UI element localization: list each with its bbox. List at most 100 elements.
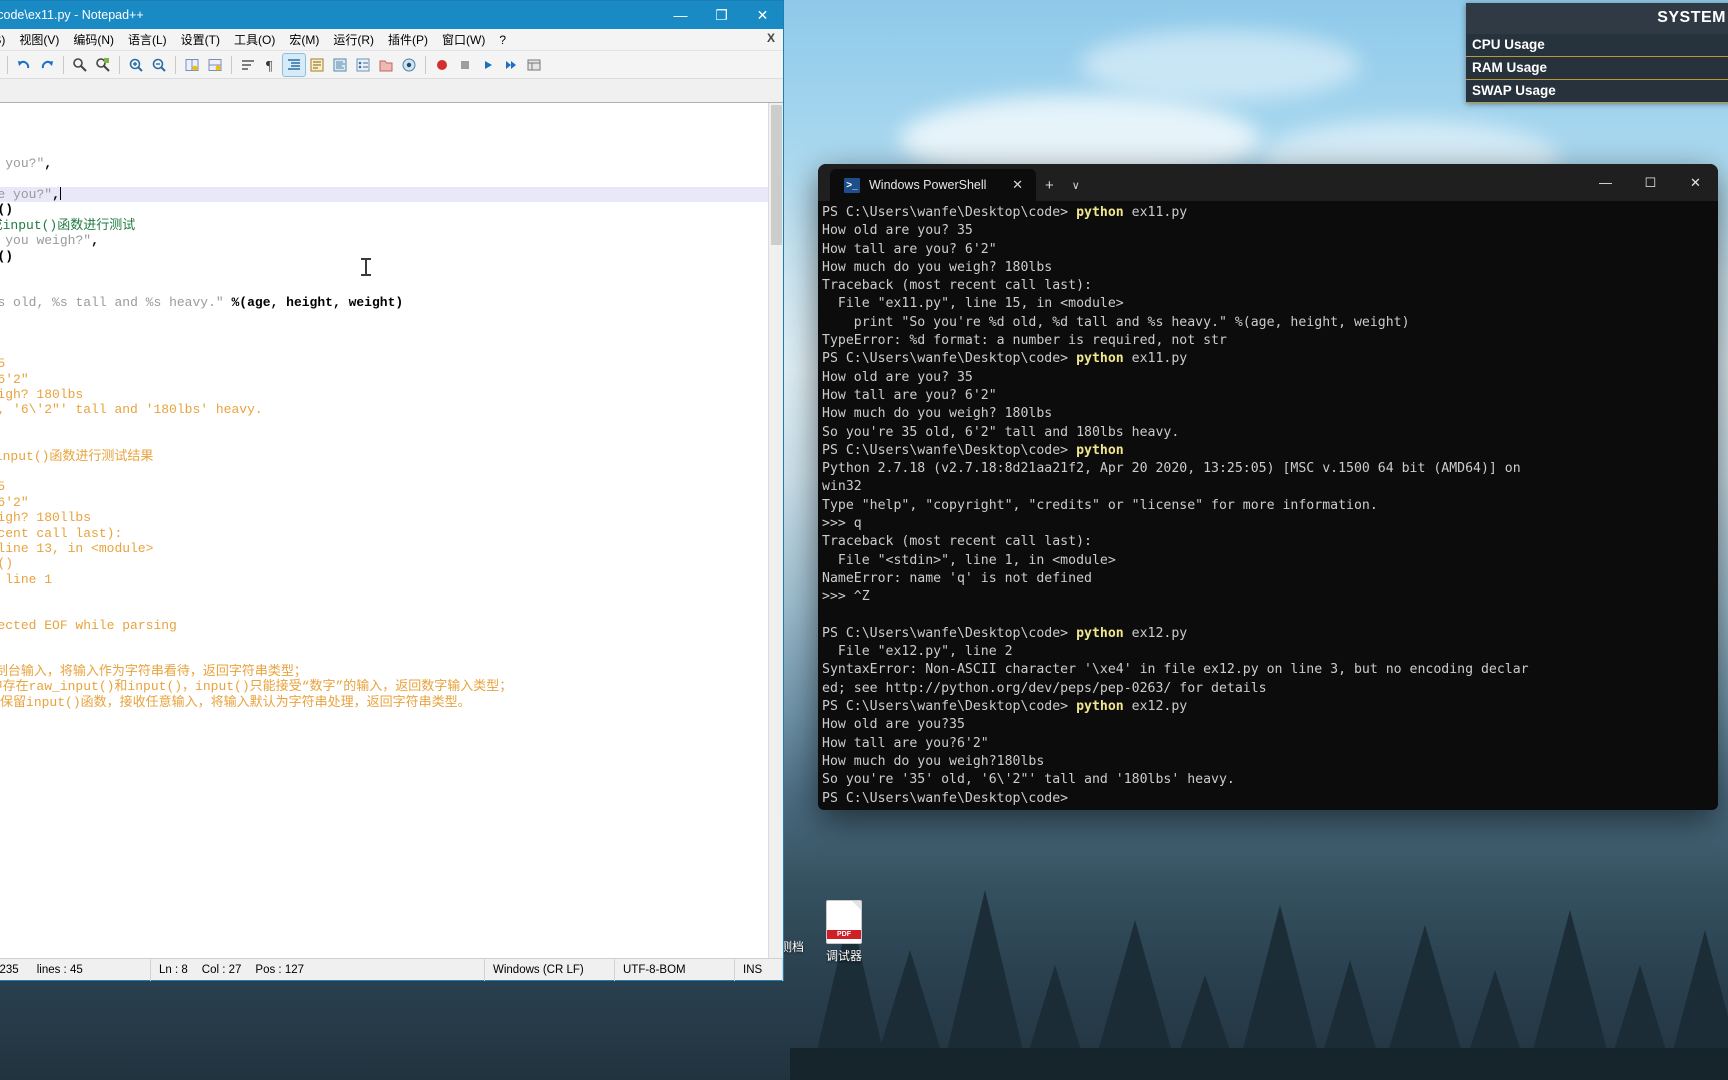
notepadpp-window-controls[interactable]: — ❐ ✕ (660, 1, 783, 29)
close-document-icon[interactable]: X (767, 31, 775, 45)
close-icon[interactable]: ✕ (742, 1, 783, 29)
editor-vertical-scrollbar[interactable] (768, 103, 783, 958)
console-prompt: PS C:\Users\wanfe\Desktop\code> (822, 351, 1077, 367)
code-line: print "How much do you weigh?", (5, 233, 99, 249)
powershell-window[interactable]: >_ Windows PowerShell ✕ + ∨ — ☐ ✕ PS C:\… (818, 164, 1718, 810)
menu-language[interactable]: 语言(L) (121, 29, 174, 50)
menu-macro[interactable]: 宏(M) (282, 29, 326, 50)
menu-view[interactable]: 视图(V) (12, 29, 66, 50)
console-line: How old are you? 35 (822, 222, 1718, 240)
code-line: File "ex11.py", line 13, in <module> (0, 540, 154, 556)
desktop-icon-pdf[interactable]: 调试器 (806, 900, 882, 964)
menu-tools[interactable]: 工具(O) (227, 29, 282, 50)
notepadpp-menubar[interactable]: 文件(F) 编辑(E) 搜索(S) 视图(V) 编码(N) 语言(L) 设置(T… (0, 29, 783, 51)
console-line: How much do you weigh?180lbs (822, 753, 1718, 771)
new-tab-icon[interactable]: + (1036, 169, 1063, 201)
replace-icon[interactable] (92, 54, 114, 76)
show-all-chars-icon[interactable]: ¶ (260, 54, 282, 76)
console-prompt: PS C:\Users\wanfe\Desktop\code> (822, 699, 1077, 715)
console-line: PS C:\Users\wanfe\Desktop\code> (822, 790, 1718, 808)
chevron-down-icon[interactable]: ∨ (1063, 169, 1089, 201)
find-icon[interactable] (69, 54, 91, 76)
zoom-out-icon[interactable] (148, 54, 170, 76)
code-line: How tall are you? 6'2" (0, 494, 29, 510)
minimize-icon[interactable]: — (1583, 164, 1628, 201)
play-macro-icon[interactable] (477, 54, 499, 76)
sync-vertical-icon[interactable] (181, 54, 203, 76)
menu-run[interactable]: 运行(R) (326, 29, 381, 50)
console-text: How tall are you? 6'2" (822, 241, 997, 257)
console-text: How much do you weigh? 180lbs (822, 406, 1053, 422)
menu-settings[interactable]: 设置(T) (174, 29, 227, 50)
stop-macro-icon[interactable] (454, 54, 476, 76)
record-macro-icon[interactable] (431, 54, 453, 76)
tab-close-icon[interactable]: ✕ (1007, 177, 1028, 193)
maximize-icon[interactable]: ❐ (701, 1, 742, 29)
sync-horizontal-icon[interactable] (204, 54, 226, 76)
folder-as-workspace-icon[interactable] (375, 54, 397, 76)
console-text: >>> q (822, 516, 862, 532)
powershell-tab[interactable]: >_ Windows PowerShell ✕ (830, 169, 1036, 201)
notepadpp-titlebar[interactable]: C:\Users\wanfe\Desktop\code\ex11.py - No… (0, 1, 783, 29)
status-eol-format: Windows (CR LF) (485, 958, 615, 981)
code-line: How much do you weigh? 180lbs (0, 387, 84, 403)
play-multiple-icon[interactable] (500, 54, 522, 76)
system-monitor-row-cpu: CPU Usage (1466, 34, 1728, 57)
menu-plugins[interactable]: 插件(P) (381, 29, 435, 50)
console-line: How old are you?35 (822, 716, 1718, 734)
powershell-window-controls[interactable]: — ☐ ✕ (1583, 164, 1718, 201)
console-text: How much do you weigh? 180lbs (822, 259, 1053, 275)
notepadpp-statusbar: length : 1,235 lines : 45 Ln : 8 Col : 2… (0, 958, 783, 981)
console-line: How tall are you? 6'2" (822, 241, 1718, 259)
code-line: So you're '35' old, '6\'2"' tall and '18… (0, 402, 263, 418)
doc-map-icon[interactable] (329, 54, 351, 76)
console-line: Type "help", "copyright", "credits" or "… (822, 497, 1718, 515)
status-col: Col : 27 (201, 963, 242, 976)
console-line: print "So you're %d old, %d tall and %s … (822, 314, 1718, 332)
menu-help[interactable]: ? (492, 31, 513, 49)
paste-icon[interactable] (0, 54, 2, 76)
console-line: File "<stdin>", line 1, in <module> (822, 552, 1718, 570)
code-line: File "<string>", line 1 (5, 571, 53, 587)
notepadpp-toolbar[interactable]: ¶ (0, 51, 783, 79)
code-editor[interactable]: #ex11: 提问#用input实现功能 print "How old are … (0, 103, 783, 958)
console-text: File "ex11.py", line 15, in <module> (822, 296, 1124, 312)
console-line: Python 2.7.18 (v2.7.18:8d21aa21f2, Apr 2… (822, 460, 1718, 478)
console-command: python (1076, 205, 1124, 220)
menu-window[interactable]: 窗口(W) (435, 29, 492, 50)
notepadpp-tabbar[interactable]: ex11.py ✖ (0, 79, 783, 103)
notepadpp-window[interactable]: C:\Users\wanfe\Desktop\code\ex11.py - No… (0, 0, 784, 981)
powershell-titlebar[interactable]: >_ Windows PowerShell ✕ + ∨ — ☐ ✕ (818, 164, 1718, 201)
save-macro-icon[interactable] (523, 54, 545, 76)
word-wrap-icon[interactable] (237, 54, 259, 76)
undo-icon[interactable] (13, 54, 35, 76)
scrollbar-thumb[interactable] (771, 105, 782, 245)
menu-search[interactable]: 搜索(S) (0, 29, 12, 50)
redo-icon[interactable] (36, 54, 58, 76)
powershell-console-output[interactable]: PS C:\Users\wanfe\Desktop\code> python e… (818, 201, 1718, 810)
pdf-file-icon (826, 900, 862, 944)
indent-guide-icon[interactable] (282, 52, 306, 77)
maximize-icon[interactable]: ☐ (1628, 164, 1673, 201)
code-line: ^ (0, 603, 783, 618)
code-line: #ex11: 提问 (0, 110, 783, 125)
console-line: How much do you weigh? 180lbs (822, 405, 1718, 423)
toolbar-separator (7, 55, 8, 74)
console-line: >>> ^Z (822, 588, 1718, 606)
svg-text:¶: ¶ (266, 59, 273, 73)
system-monitor-row-swap: SWAP Usage (1466, 80, 1728, 103)
minimize-icon[interactable]: — (660, 1, 701, 29)
monitor-icon[interactable] (398, 54, 420, 76)
user-lang-icon[interactable] (306, 54, 328, 76)
zoom-in-icon[interactable] (125, 54, 147, 76)
menu-encoding[interactable]: 编码(N) (66, 29, 121, 50)
code-line: 180llbs (0, 587, 783, 602)
console-text: How much do you weigh?180lbs (822, 753, 1045, 769)
toolbar-separator (231, 55, 232, 74)
close-icon[interactable]: ✕ (1673, 164, 1718, 201)
function-list-icon[interactable] (352, 54, 374, 76)
